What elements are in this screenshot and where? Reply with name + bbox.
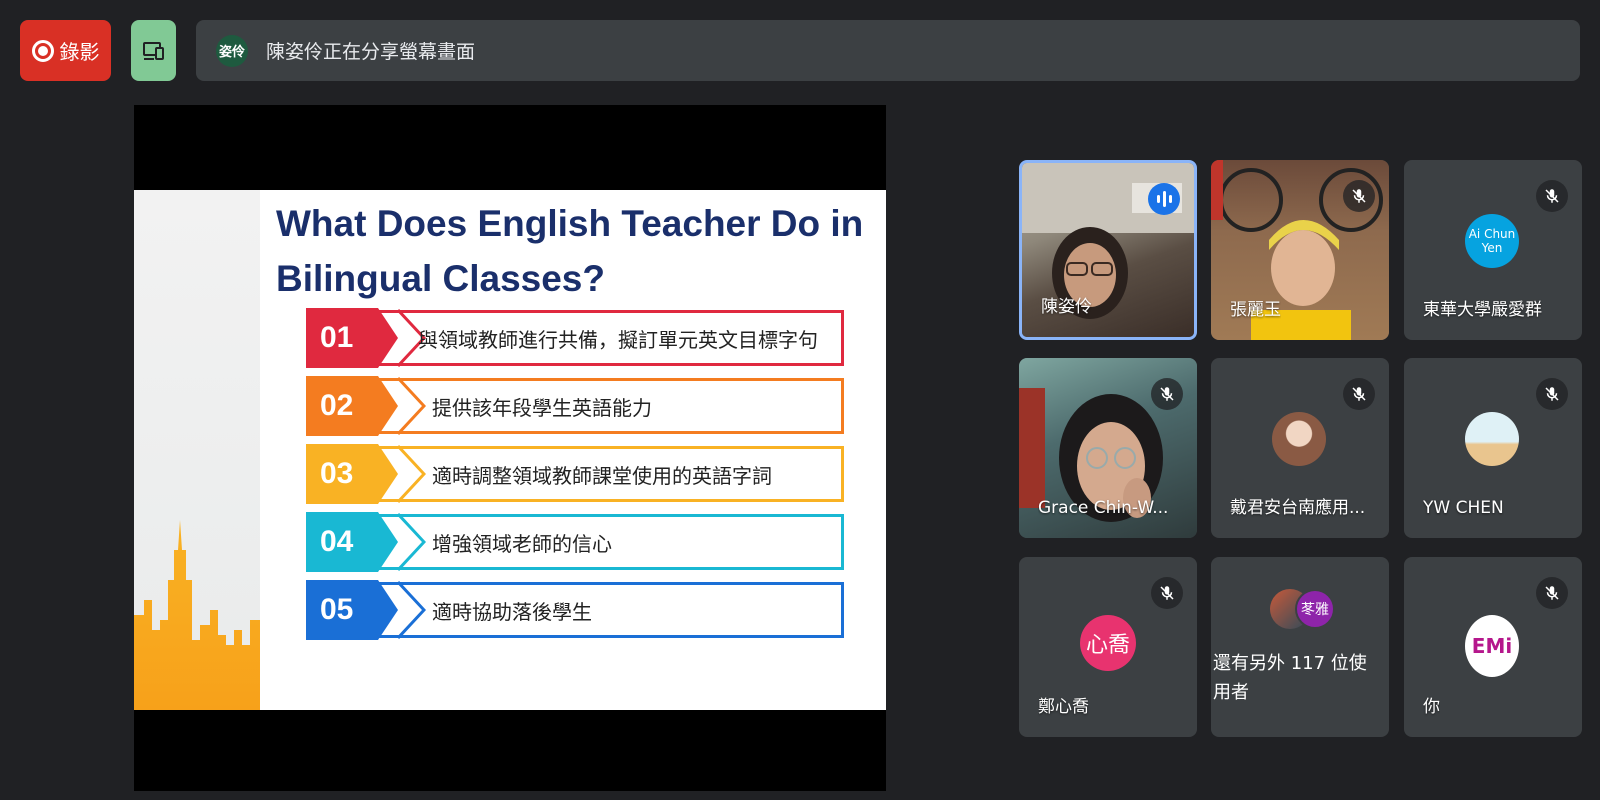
device-button[interactable]: [131, 20, 176, 81]
mic-off-icon: [1343, 378, 1375, 410]
item-number: 05: [306, 580, 378, 640]
slide-item-4: 04 增強領域老師的信心: [306, 512, 844, 572]
more-participants-text: 還有另外 117 位使用者: [1213, 653, 1367, 703]
presenter-avatar: 姿伶: [216, 34, 248, 67]
chevron-right-icon: [398, 580, 426, 640]
slide-item-1: 01 與領域教師進行共備，擬訂單元英文目標字句: [306, 308, 844, 368]
item-number: 03: [306, 444, 378, 504]
mic-off-icon: [1343, 180, 1375, 212]
record-icon: [31, 39, 54, 62]
participant-name: 鄭心喬: [1038, 697, 1089, 717]
record-label: 錄影: [59, 40, 100, 64]
chevron-right-icon: [398, 444, 426, 504]
participant-name: 張麗玉: [1230, 300, 1281, 320]
slide-item-3: 03 適時調整領域教師課堂使用的英語字詞: [306, 444, 844, 504]
record-button[interactable]: 錄影: [20, 20, 111, 81]
participant-tile[interactable]: 心喬 鄭心喬: [1019, 557, 1197, 737]
slide-item-5: 05 適時協助落後學生: [306, 580, 844, 640]
speaking-indicator-icon: [1148, 183, 1180, 215]
chevron-right-icon: [398, 376, 426, 436]
mic-off-icon: [1536, 180, 1568, 212]
participant-tile[interactable]: Ai Chun Yen 東華大學嚴愛群: [1404, 160, 1582, 340]
participant-tile[interactable]: 張麗玉: [1211, 160, 1389, 340]
participant-tile[interactable]: YW CHEN: [1404, 358, 1582, 538]
participant-name: Grace Chin-W...: [1038, 498, 1169, 518]
item-text: 提供該年段學生英語能力: [432, 395, 652, 420]
mic-off-icon: [1151, 577, 1183, 609]
mic-off-icon: [1536, 378, 1568, 410]
participant-name: 東華大學嚴愛群: [1423, 300, 1542, 320]
participant-avatar: [1465, 412, 1519, 466]
item-number: 04: [306, 512, 378, 572]
participant-avatar: EMi: [1465, 615, 1519, 677]
mic-off-icon: [1151, 378, 1183, 410]
item-number: 02: [306, 376, 378, 436]
city-skyline-icon: [134, 520, 260, 710]
item-text: 與領域教師進行共備，擬訂單元英文目標字句: [418, 327, 818, 352]
participant-avatar: Ai Chun Yen: [1465, 214, 1519, 268]
participant-name: 你: [1423, 697, 1440, 717]
slide: What Does English Teacher Do in Bilingua…: [134, 190, 886, 710]
participant-tile[interactable]: 戴君安台南應用...: [1211, 358, 1389, 538]
devices-icon: [142, 41, 164, 60]
item-text: 增強領域老師的信心: [432, 531, 612, 556]
item-text: 適時協助落後學生: [432, 599, 592, 624]
slide-title: What Does English Teacher Do in Bilingua…: [276, 203, 864, 299]
more-participants-tile[interactable]: 苳雅 還有另外 117 位使用者: [1211, 557, 1389, 737]
slide-decoration: [134, 190, 260, 710]
chevron-right-icon: [398, 512, 426, 572]
share-status-text: 陳姿伶正在分享螢幕畫面: [266, 41, 476, 63]
presentation-view[interactable]: What Does English Teacher Do in Bilingua…: [134, 105, 886, 791]
screen-share-banner: 姿伶 陳姿伶正在分享螢幕畫面: [196, 20, 1580, 81]
participant-avatar: 苳雅: [1295, 589, 1335, 629]
mic-off-icon: [1536, 577, 1568, 609]
participant-tile[interactable]: Grace Chin-W...: [1019, 358, 1197, 538]
participant-name: 陳姿伶: [1041, 297, 1092, 317]
participant-avatar: 心喬: [1080, 615, 1136, 671]
participant-avatar: [1272, 412, 1326, 466]
slide-item-2: 02 提供該年段學生英語能力: [306, 376, 844, 436]
participant-tile[interactable]: EMi 你: [1404, 557, 1582, 737]
item-text: 適時調整領域教師課堂使用的英語字詞: [432, 463, 772, 488]
item-number: 01: [306, 308, 378, 368]
participant-tile[interactable]: 陳姿伶: [1019, 160, 1197, 340]
participant-name: YW CHEN: [1423, 498, 1504, 518]
participant-name: 戴君安台南應用...: [1230, 498, 1366, 518]
